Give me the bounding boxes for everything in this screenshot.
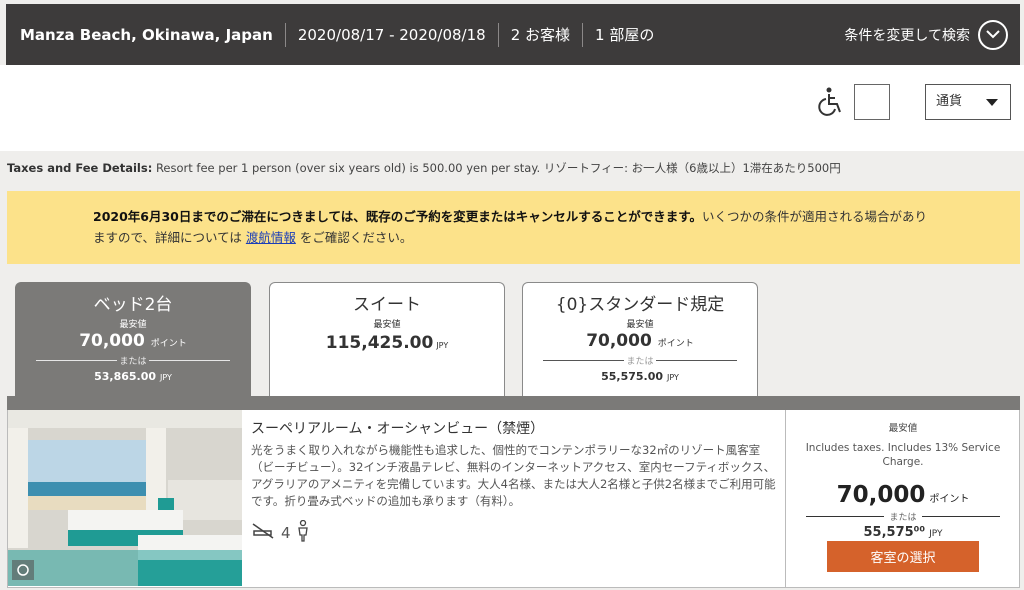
location-text: Manza Beach, Okinawa, Japan — [6, 22, 286, 47]
room-card: スーペリアルーム・オーシャンビュー（禁煙） 光をうまく取り入れながら機能性も追求… — [7, 410, 1020, 588]
tab-points: 70,000 ポイント — [586, 331, 694, 351]
taxes-label: Taxes and Fee Details: — [7, 161, 153, 175]
rooms-text: 1 部屋の — [595, 25, 655, 44]
dates-text: 2020/08/17 - 2020/08/18 — [286, 22, 499, 47]
occupancy-count: 4 — [281, 524, 291, 542]
select-room-button[interactable]: 客室の選択 — [827, 541, 979, 572]
travel-info-link[interactable]: 渡航情報 — [246, 230, 296, 245]
tab-lowest-label: 最安値 — [626, 320, 654, 330]
tab-suite[interactable]: スイート 最安値 115,425.00 JPY — [269, 282, 505, 400]
modify-search-button[interactable]: 条件を変更して検索 — [844, 19, 1020, 50]
wheelchair-icon — [818, 87, 844, 117]
tab-two-beds[interactable]: ベッド2台 最安値 70,000 ポイント または 53,865.00 JPY — [15, 282, 251, 400]
tab-lowest-label: 最安値 — [373, 320, 401, 330]
room-title[interactable]: スーペリアルーム・オーシャンビュー（禁煙） — [251, 418, 781, 438]
notice-bold-text: 2020年6月30日までのご滞在につきましては、既存のご予約を変更またはキャンセ… — [93, 209, 703, 224]
price-includes-text: Includes taxes. Includes 13% Service Cha… — [805, 442, 1001, 468]
tab-title: ベッド2台 — [93, 295, 173, 315]
room-description: 光をうまく取り入れながら機能性も追求した、個性的でコンテンポラリーな32㎡のリゾ… — [251, 443, 776, 508]
search-summary-bar: Manza Beach, Okinawa, Japan 2020/08/17 -… — [6, 4, 1020, 65]
tab-title: {0}スタンダード規定 — [555, 295, 725, 315]
modify-search-label: 条件を変更して検索 — [844, 27, 970, 44]
tab-cash-price: 115,425.00 JPY — [325, 333, 449, 353]
tab-title: スイート — [353, 295, 421, 315]
price-cash: 55,575⁰⁰ JPY — [863, 525, 943, 540]
price-points: 70,000 ポイント — [836, 482, 970, 508]
taxes-text: Resort fee per 1 person (over six years … — [152, 161, 841, 175]
room-list-bar — [7, 396, 1020, 410]
tab-standard-rate[interactable]: {0}スタンダード規定 最安値 70,000 ポイント または 55,575.00… — [522, 282, 758, 400]
price-or-label: または — [806, 510, 1000, 523]
cancellation-notice: 2020年6月30日までのご滞在につきましては、既存のご予約を変更またはキャンセ… — [7, 191, 1020, 264]
room-info: スーペリアルーム・オーシャンビュー（禁煙） 光をうまく取り入れながら機能性も追求… — [251, 418, 781, 546]
no-smoking-icon — [251, 522, 275, 544]
room-amenities: 4 — [251, 519, 781, 546]
currency-label: 通貨 — [936, 94, 963, 109]
notice-after-text: をご確認ください。 — [295, 230, 413, 245]
caret-down-icon — [986, 99, 998, 106]
tab-points: 70,000 ポイント — [79, 331, 187, 351]
price-lowest-label: 最安値 — [888, 423, 918, 434]
room-photo[interactable] — [8, 410, 242, 586]
accessible-room-checkbox[interactable] — [854, 84, 890, 120]
tab-lowest-label: 最安値 — [119, 320, 147, 330]
tab-cash-price: 53,865.00 JPY — [94, 370, 172, 383]
tab-or-label: または — [36, 354, 230, 367]
filter-row: 通貨 — [0, 65, 1024, 151]
tab-or-label: または — [543, 354, 737, 367]
currency-select[interactable]: 通貨 — [925, 84, 1011, 120]
person-icon — [297, 519, 309, 546]
tab-cash-price: 55,575.00 JPY — [601, 370, 679, 383]
guests-text: 2 お客様 — [499, 22, 584, 47]
room-price-panel: 最安値 Includes taxes. Includes 13% Service… — [785, 410, 1020, 588]
taxes-fee-details: Taxes and Fee Details: Resort fee per 1 … — [7, 160, 841, 176]
chevron-down-icon — [978, 19, 1008, 50]
